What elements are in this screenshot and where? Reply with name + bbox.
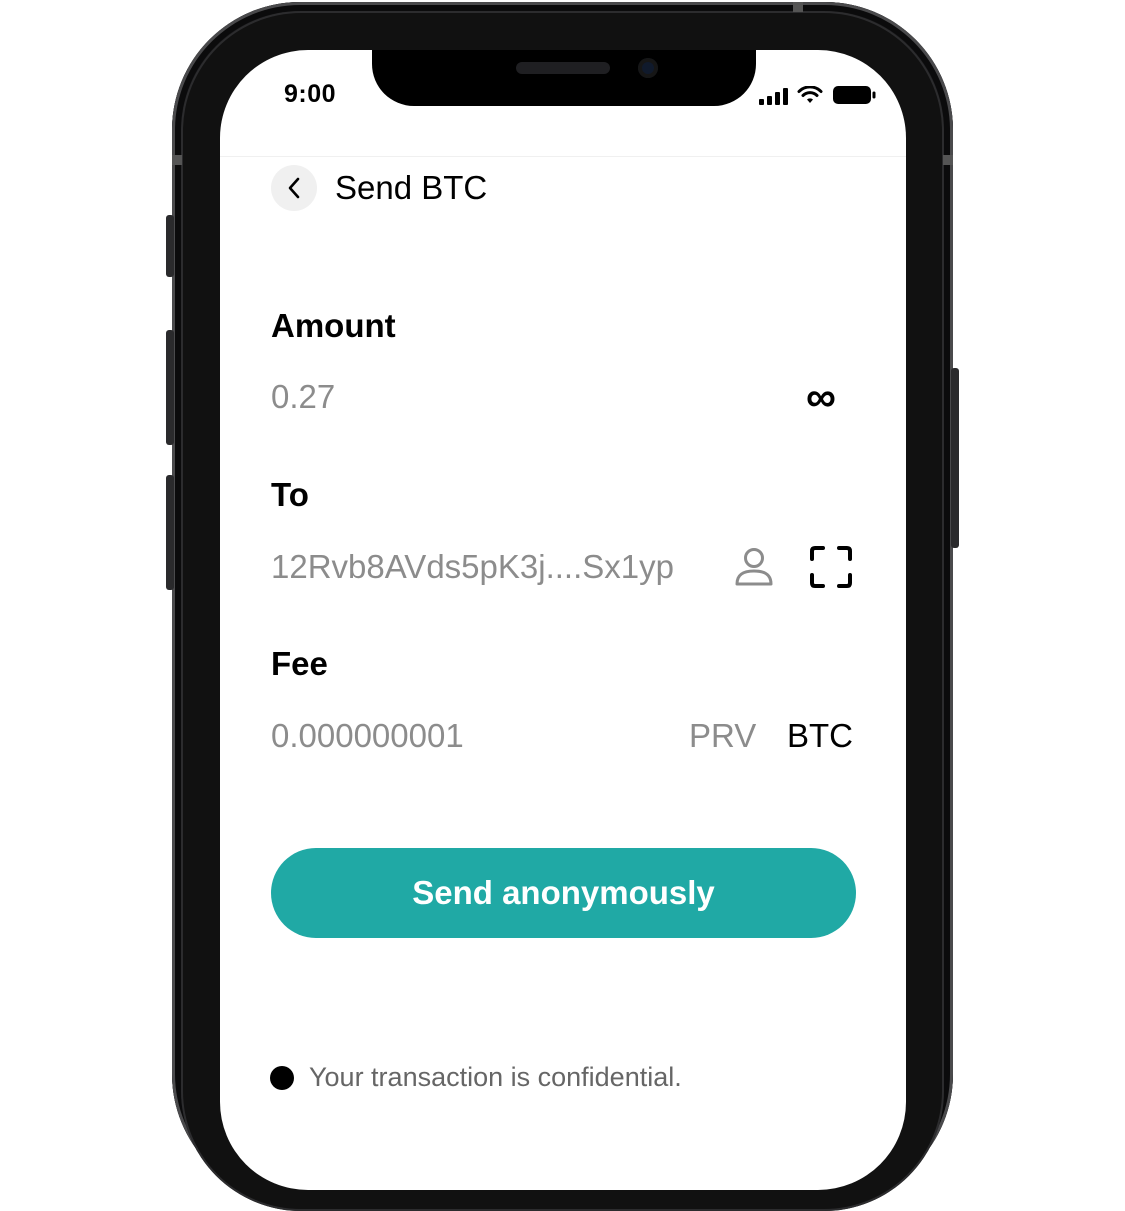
address-input[interactable]: 12Rvb8AVds5pK3j....Sx1yp [271,548,674,586]
speaker-grille [516,62,610,74]
mute-switch [166,215,174,277]
power-button [951,368,959,548]
volume-down-button [166,475,174,590]
fee-input[interactable]: 0.000000001 [271,717,464,755]
fee-option-prv[interactable]: PRV [689,717,756,755]
back-icon [288,177,300,199]
front-camera [638,58,658,78]
header-divider [220,156,906,157]
page-title: Send BTC [335,169,488,206]
infinity-icon[interactable]: ∞ [806,376,836,418]
battery-icon [833,86,876,104]
phone-screen: 9:00 Send BTC Amount 0.27 ∞ To 12Rvb8AVd… [220,50,906,1190]
signal-icon [759,87,788,105]
notch [372,50,756,106]
to-label: To [271,476,309,513]
fee-option-btc[interactable]: BTC [787,717,853,755]
confidential-note: Your transaction is confidential. [309,1062,682,1092]
status-icons [759,85,876,105]
amount-input[interactable]: 0.27 [271,378,335,416]
fee-label: Fee [271,645,328,682]
status-time: 9:00 [284,80,337,108]
bullet-dot [270,1066,294,1090]
wifi-icon [797,86,823,103]
antenna-band [793,2,803,12]
amount-label: Amount [271,307,396,344]
back-button[interactable] [271,165,317,211]
scan-icon[interactable] [809,545,853,589]
send-anonymously-button[interactable]: Send anonymously [271,848,856,938]
contact-icon[interactable] [734,546,774,588]
antenna-band [943,155,953,165]
antenna-band [172,155,182,165]
volume-up-button [166,330,174,445]
